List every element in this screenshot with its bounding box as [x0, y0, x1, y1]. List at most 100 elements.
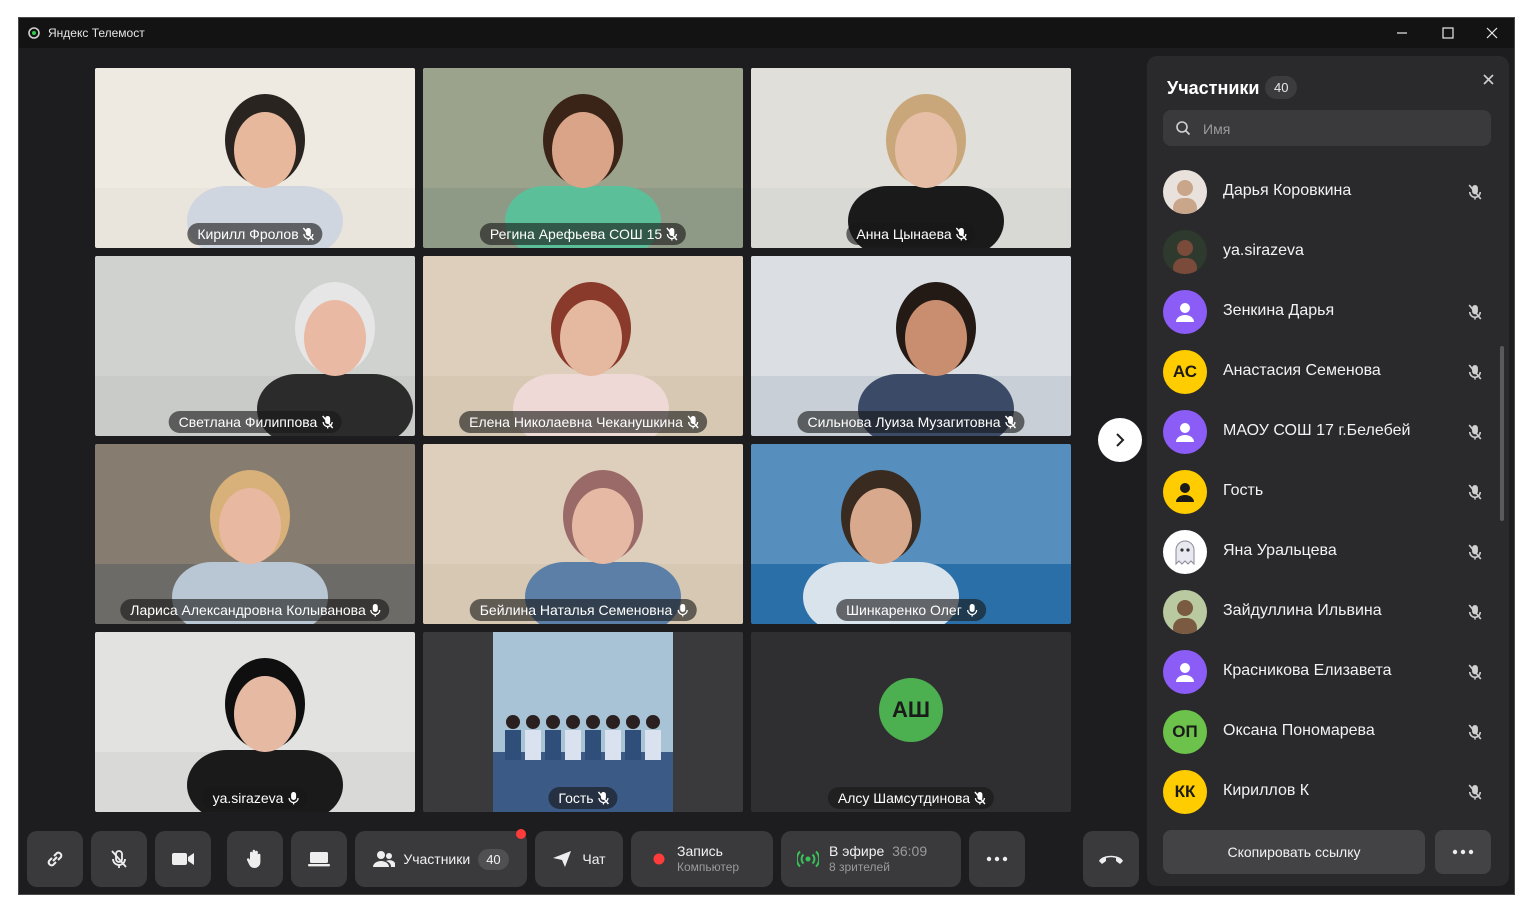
- video-tile[interactable]: ya.sirazeva: [95, 632, 415, 812]
- video-tile[interactable]: Светлана Филиппова: [95, 256, 415, 436]
- close-panel-button[interactable]: [1475, 66, 1501, 92]
- microphone-toggle[interactable]: [91, 831, 147, 887]
- video-tile[interactable]: Елена Николаевна Чеканушкина: [423, 256, 743, 436]
- participants-button[interactable]: Участники 40: [355, 831, 527, 887]
- chat-button-label: Чат: [582, 851, 606, 867]
- chevron-right-icon: [1116, 433, 1125, 447]
- video-tile[interactable]: Шинкаренко Олег: [751, 444, 1071, 624]
- microphone-icon: [966, 604, 977, 617]
- participant-avatar: [1163, 650, 1207, 694]
- microphone-muted-icon: [598, 791, 610, 805]
- close-window-button[interactable]: [1469, 18, 1514, 48]
- microphone-muted-icon: [303, 227, 315, 241]
- participant-nameplate: Алсу Шамсутдинова: [827, 787, 995, 809]
- video-tile[interactable]: Лариса Александровна Колыванова: [95, 444, 415, 624]
- invite-link-button[interactable]: [27, 831, 83, 887]
- participant-list-scrollbar[interactable]: [1500, 346, 1504, 521]
- video-tile[interactable]: Сильнова Луиза Музагитовна: [751, 256, 1071, 436]
- participant-name: Кириллов К: [1223, 782, 1310, 799]
- participant-list-item[interactable]: МАОУ СОШ 17 г.Белебей: [1147, 402, 1497, 462]
- microphone-muted-icon: [1005, 415, 1017, 429]
- broadcast-icon: [797, 850, 819, 868]
- participant-list-item[interactable]: Красникова Елизавета: [1147, 642, 1497, 702]
- participant-list-item[interactable]: ОП Оксана Пономарева: [1147, 702, 1497, 762]
- video-feed: [423, 444, 743, 624]
- maximize-button[interactable]: [1425, 18, 1471, 48]
- maximize-icon: [1442, 27, 1454, 39]
- participant-list: Дарья Коровкина ya.sirazeva Зенкина Дарья А…: [1147, 162, 1497, 822]
- video-tile[interactable]: Анна Цынаева: [751, 68, 1071, 248]
- participant-nameplate: Лариса Александровна Колыванова: [120, 599, 390, 621]
- video-tile[interactable]: Гость: [423, 632, 743, 812]
- hand-icon: [246, 849, 261, 868]
- minimize-icon: [1397, 32, 1407, 34]
- participant-name: МАОУ СОШ 17 г.Белебей: [1223, 422, 1411, 439]
- video-feed: [95, 256, 415, 436]
- record-button[interactable]: Запись Компьютер: [631, 831, 773, 887]
- video-tile[interactable]: Регина Арефьева СОШ 15: [423, 68, 743, 248]
- participant-avatar: АС: [1163, 350, 1207, 394]
- live-label: В эфире: [829, 843, 885, 859]
- participant-name: Лариса Александровна Колыванова: [130, 602, 366, 618]
- participant-name: Регина Арефьева СОШ 15: [489, 226, 663, 242]
- user-photo: [1163, 230, 1207, 274]
- live-viewers: 8 зрителей: [829, 860, 890, 874]
- user-icon: [1176, 303, 1194, 322]
- participant-nameplate: Елена Николаевна Чеканушкина: [459, 411, 707, 433]
- participant-name: Бейлина Наталья Семеновна: [479, 602, 673, 618]
- telemost-logo-icon: [28, 27, 40, 39]
- participant-nameplate: Гость: [548, 787, 618, 809]
- participant-list-item[interactable]: Гость: [1147, 462, 1497, 522]
- end-call-button[interactable]: [1083, 831, 1139, 887]
- microphone-muted-icon: [1468, 664, 1482, 680]
- screen-share-button[interactable]: [291, 831, 347, 887]
- participant-list-item[interactable]: КК Кириллов К: [1147, 762, 1497, 822]
- window-title: Яндекс Телемост: [48, 26, 145, 40]
- participant-list-item[interactable]: АС Анастасия Семенова: [1147, 342, 1497, 402]
- participant-avatar: ОП: [1163, 710, 1207, 754]
- video-tile[interactable]: Кирилл Фролов: [95, 68, 415, 248]
- participants-button-count: 40: [478, 848, 509, 870]
- participant-name: Елена Николаевна Чеканушкина: [469, 414, 683, 430]
- participant-avatar: [1163, 470, 1207, 514]
- participant-name: Анастасия Семенова: [1223, 362, 1381, 379]
- user-photo: [1163, 590, 1207, 634]
- screen-share-icon: [308, 852, 330, 867]
- participant-avatar: КК: [1163, 770, 1207, 814]
- chat-button[interactable]: Чат: [535, 831, 623, 887]
- video-feed: [423, 256, 743, 436]
- camera-toggle[interactable]: [155, 831, 211, 887]
- video-feed: [95, 68, 415, 248]
- copy-link-button[interactable]: Скопировать ссылку: [1163, 830, 1425, 874]
- microphone-muted-icon: [321, 415, 333, 429]
- participant-avatar: АШ: [879, 678, 943, 742]
- microphone-muted-icon: [1468, 304, 1482, 320]
- microphone-muted-icon: [974, 791, 986, 805]
- video-feed: [95, 632, 415, 812]
- record-icon: [653, 853, 665, 865]
- participant-list-item[interactable]: Яна Уральцева: [1147, 522, 1497, 582]
- hang-up-icon: [1099, 855, 1123, 864]
- participant-name: Зайдуллина Ильвина: [1223, 602, 1382, 619]
- raise-hand-button[interactable]: [227, 831, 283, 887]
- video-grid: Кирилл Фролов Регина Арефьева СОШ 15 Анна …: [95, 68, 1071, 812]
- search-icon: [1176, 121, 1191, 136]
- minimize-button[interactable]: [1379, 18, 1425, 48]
- close-icon: [1482, 73, 1494, 85]
- live-broadcast-button[interactable]: В эфире 36:09 8 зрителей: [781, 831, 961, 887]
- link-icon: [47, 851, 63, 867]
- participant-list-item[interactable]: Зенкина Дарья: [1147, 282, 1497, 342]
- microphone-muted-icon: [1468, 724, 1482, 740]
- participant-list-item[interactable]: Дарья Коровкина: [1147, 162, 1497, 222]
- camera-icon: [172, 853, 194, 865]
- participant-list-item[interactable]: ya.sirazeva: [1147, 222, 1497, 282]
- participant-name: Анна Цынаева: [856, 226, 952, 242]
- next-page-button[interactable]: [1098, 418, 1142, 462]
- search-input[interactable]: [1201, 110, 1485, 148]
- participant-name: Гость: [558, 790, 594, 806]
- video-tile[interactable]: Бейлина Наталья Семеновна: [423, 444, 743, 624]
- more-options-button[interactable]: [969, 831, 1025, 887]
- participant-list-item[interactable]: Зайдуллина Ильвина: [1147, 582, 1497, 642]
- panel-more-button[interactable]: [1435, 830, 1491, 874]
- video-tile[interactable]: АШ Алсу Шамсутдинова: [751, 632, 1071, 812]
